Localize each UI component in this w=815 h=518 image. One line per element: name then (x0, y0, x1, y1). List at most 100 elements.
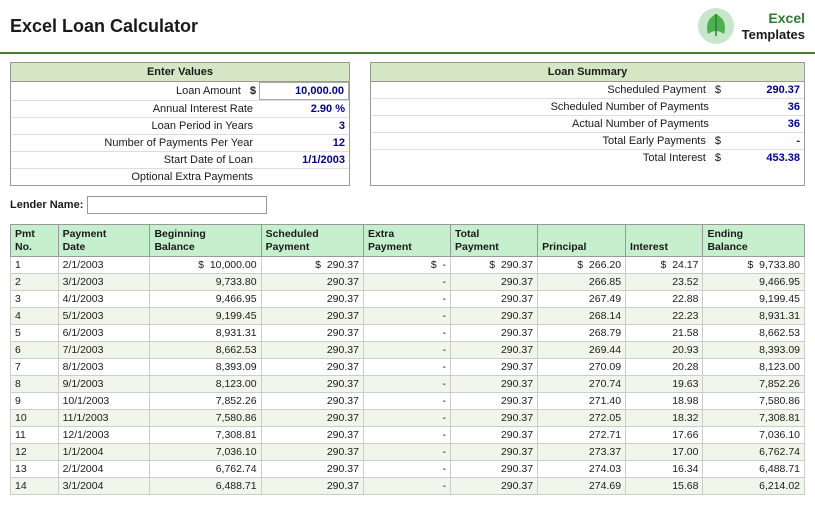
scheduled-payment-dollar: $ (712, 82, 724, 98)
table-row: 5 6/1/2003 8,931.31 290.37 - 290.37 268.… (11, 325, 805, 342)
cell-date: 5/1/2003 (58, 308, 150, 325)
cell-total: 290.37 (451, 444, 538, 461)
cell-sched: 290.37 (261, 342, 363, 359)
loan-amount-dollar: $ (247, 83, 259, 99)
cell-total: 290.37 (451, 274, 538, 291)
scheduled-num-dollar (715, 99, 724, 115)
cell-sched: $ 290.37 (261, 257, 363, 274)
col-principal: Principal (538, 225, 626, 257)
panels: Enter Values Loan Amount $ 10,000.00 Ann… (10, 62, 805, 186)
cell-pmt: 11 (11, 427, 59, 444)
cell-pmt: 7 (11, 359, 59, 376)
cell-end-bal: 8,123.00 (703, 359, 805, 376)
total-interest-label: Total Interest (371, 150, 712, 166)
cell-date: 9/1/2003 (58, 376, 150, 393)
col-payment-date: PaymentDate (58, 225, 150, 257)
table-row: 3 4/1/2003 9,466.95 290.37 - 290.37 267.… (11, 291, 805, 308)
cell-beg-bal: 8,931.31 (150, 325, 261, 342)
payments-per-year-row: Number of Payments Per Year 12 (11, 135, 349, 152)
interest-rate-row: Annual Interest Rate 2.90 % (11, 101, 349, 118)
cell-date: 4/1/2003 (58, 291, 150, 308)
cell-prin: 270.09 (538, 359, 626, 376)
cell-total: 290.37 (451, 478, 538, 495)
col-beginning-balance: BeginningBalance (150, 225, 261, 257)
cell-pmt: 3 (11, 291, 59, 308)
cell-end-bal: 9,466.95 (703, 274, 805, 291)
total-interest-value: 453.38 (724, 150, 804, 166)
cell-extra: - (363, 478, 450, 495)
cell-date: 3/1/2004 (58, 478, 150, 495)
cell-int: 18.32 (626, 410, 703, 427)
cell-int: 16.34 (626, 461, 703, 478)
cell-date: 3/1/2003 (58, 274, 150, 291)
cell-total: $ 290.37 (451, 257, 538, 274)
lender-input[interactable] (87, 196, 267, 214)
extra-payments-value[interactable] (259, 175, 349, 179)
cell-end-bal: 8,931.31 (703, 308, 805, 325)
cell-end-bal: 6,762.74 (703, 444, 805, 461)
cell-total: 290.37 (451, 427, 538, 444)
cell-beg-bal: 8,662.53 (150, 342, 261, 359)
total-early-row: Total Early Payments $ - (371, 133, 804, 150)
cell-date: 8/1/2003 (58, 359, 150, 376)
cell-date: 1/1/2004 (58, 444, 150, 461)
amortization-table: PmtNo. PaymentDate BeginningBalance Sche… (10, 224, 805, 495)
cell-date: 11/1/2003 (58, 410, 150, 427)
cell-int: 23.52 (626, 274, 703, 291)
cell-beg-bal: 6,762.74 (150, 461, 261, 478)
cell-extra: - (363, 393, 450, 410)
cell-date: 2/1/2004 (58, 461, 150, 478)
logo-excel: Excel (742, 10, 805, 27)
lender-label: Lender Name: (10, 199, 83, 211)
cell-prin: 272.05 (538, 410, 626, 427)
cell-end-bal: 8,393.09 (703, 342, 805, 359)
app-header: Excel Loan Calculator Excel Templates (0, 0, 815, 54)
interest-rate-value[interactable]: 2.90 % (259, 101, 349, 117)
table-row: 12 1/1/2004 7,036.10 290.37 - 290.37 273… (11, 444, 805, 461)
loan-amount-row: Loan Amount $ 10,000.00 (11, 82, 349, 101)
cell-prin: $ 266.20 (538, 257, 626, 274)
start-date-value[interactable]: 1/1/2003 (259, 152, 349, 168)
actual-num-row: Actual Number of Payments 36 (371, 116, 804, 133)
total-early-label: Total Early Payments (371, 133, 712, 149)
loan-amount-value[interactable]: 10,000.00 (259, 82, 349, 100)
cell-total: 290.37 (451, 342, 538, 359)
payments-per-year-value[interactable]: 12 (259, 135, 349, 151)
table-header-row: PmtNo. PaymentDate BeginningBalance Sche… (11, 225, 805, 257)
cell-pmt: 10 (11, 410, 59, 427)
cell-sched: 290.37 (261, 274, 363, 291)
cell-prin: 274.69 (538, 478, 626, 495)
cell-extra: - (363, 444, 450, 461)
cell-sched: 290.37 (261, 291, 363, 308)
cell-beg-bal: 8,123.00 (150, 376, 261, 393)
scheduled-payment-label: Scheduled Payment (371, 82, 712, 98)
main-content: Enter Values Loan Amount $ 10,000.00 Ann… (0, 54, 815, 503)
cell-pmt: 12 (11, 444, 59, 461)
cell-extra: - (363, 376, 450, 393)
col-total-payment: TotalPayment (451, 225, 538, 257)
table-row: 14 3/1/2004 6,488.71 290.37 - 290.37 274… (11, 478, 805, 495)
logo-icon (696, 6, 736, 46)
cell-total: 290.37 (451, 308, 538, 325)
interest-rate-label: Annual Interest Rate (11, 101, 259, 117)
cell-end-bal: 7,036.10 (703, 427, 805, 444)
cell-date: 12/1/2003 (58, 427, 150, 444)
cell-pmt: 6 (11, 342, 59, 359)
cell-int: 22.23 (626, 308, 703, 325)
cell-extra: $ - (363, 257, 450, 274)
cell-int: $ 24.17 (626, 257, 703, 274)
table-row: 1 2/1/2003 $ 10,000.00 $ 290.37 $ - $ 29… (11, 257, 805, 274)
start-date-row: Start Date of Loan 1/1/2003 (11, 152, 349, 169)
cell-total: 290.37 (451, 461, 538, 478)
total-early-value: - (724, 133, 804, 149)
app-title: Excel Loan Calculator (10, 16, 198, 37)
cell-end-bal: $ 9,733.80 (703, 257, 805, 274)
cell-sched: 290.37 (261, 444, 363, 461)
scheduled-num-value: 36 (724, 99, 804, 115)
loan-period-value[interactable]: 3 (259, 118, 349, 134)
cell-pmt: 4 (11, 308, 59, 325)
cell-end-bal: 8,662.53 (703, 325, 805, 342)
scheduled-num-row: Scheduled Number of Payments 36 (371, 99, 804, 116)
cell-total: 290.37 (451, 410, 538, 427)
cell-pmt: 2 (11, 274, 59, 291)
